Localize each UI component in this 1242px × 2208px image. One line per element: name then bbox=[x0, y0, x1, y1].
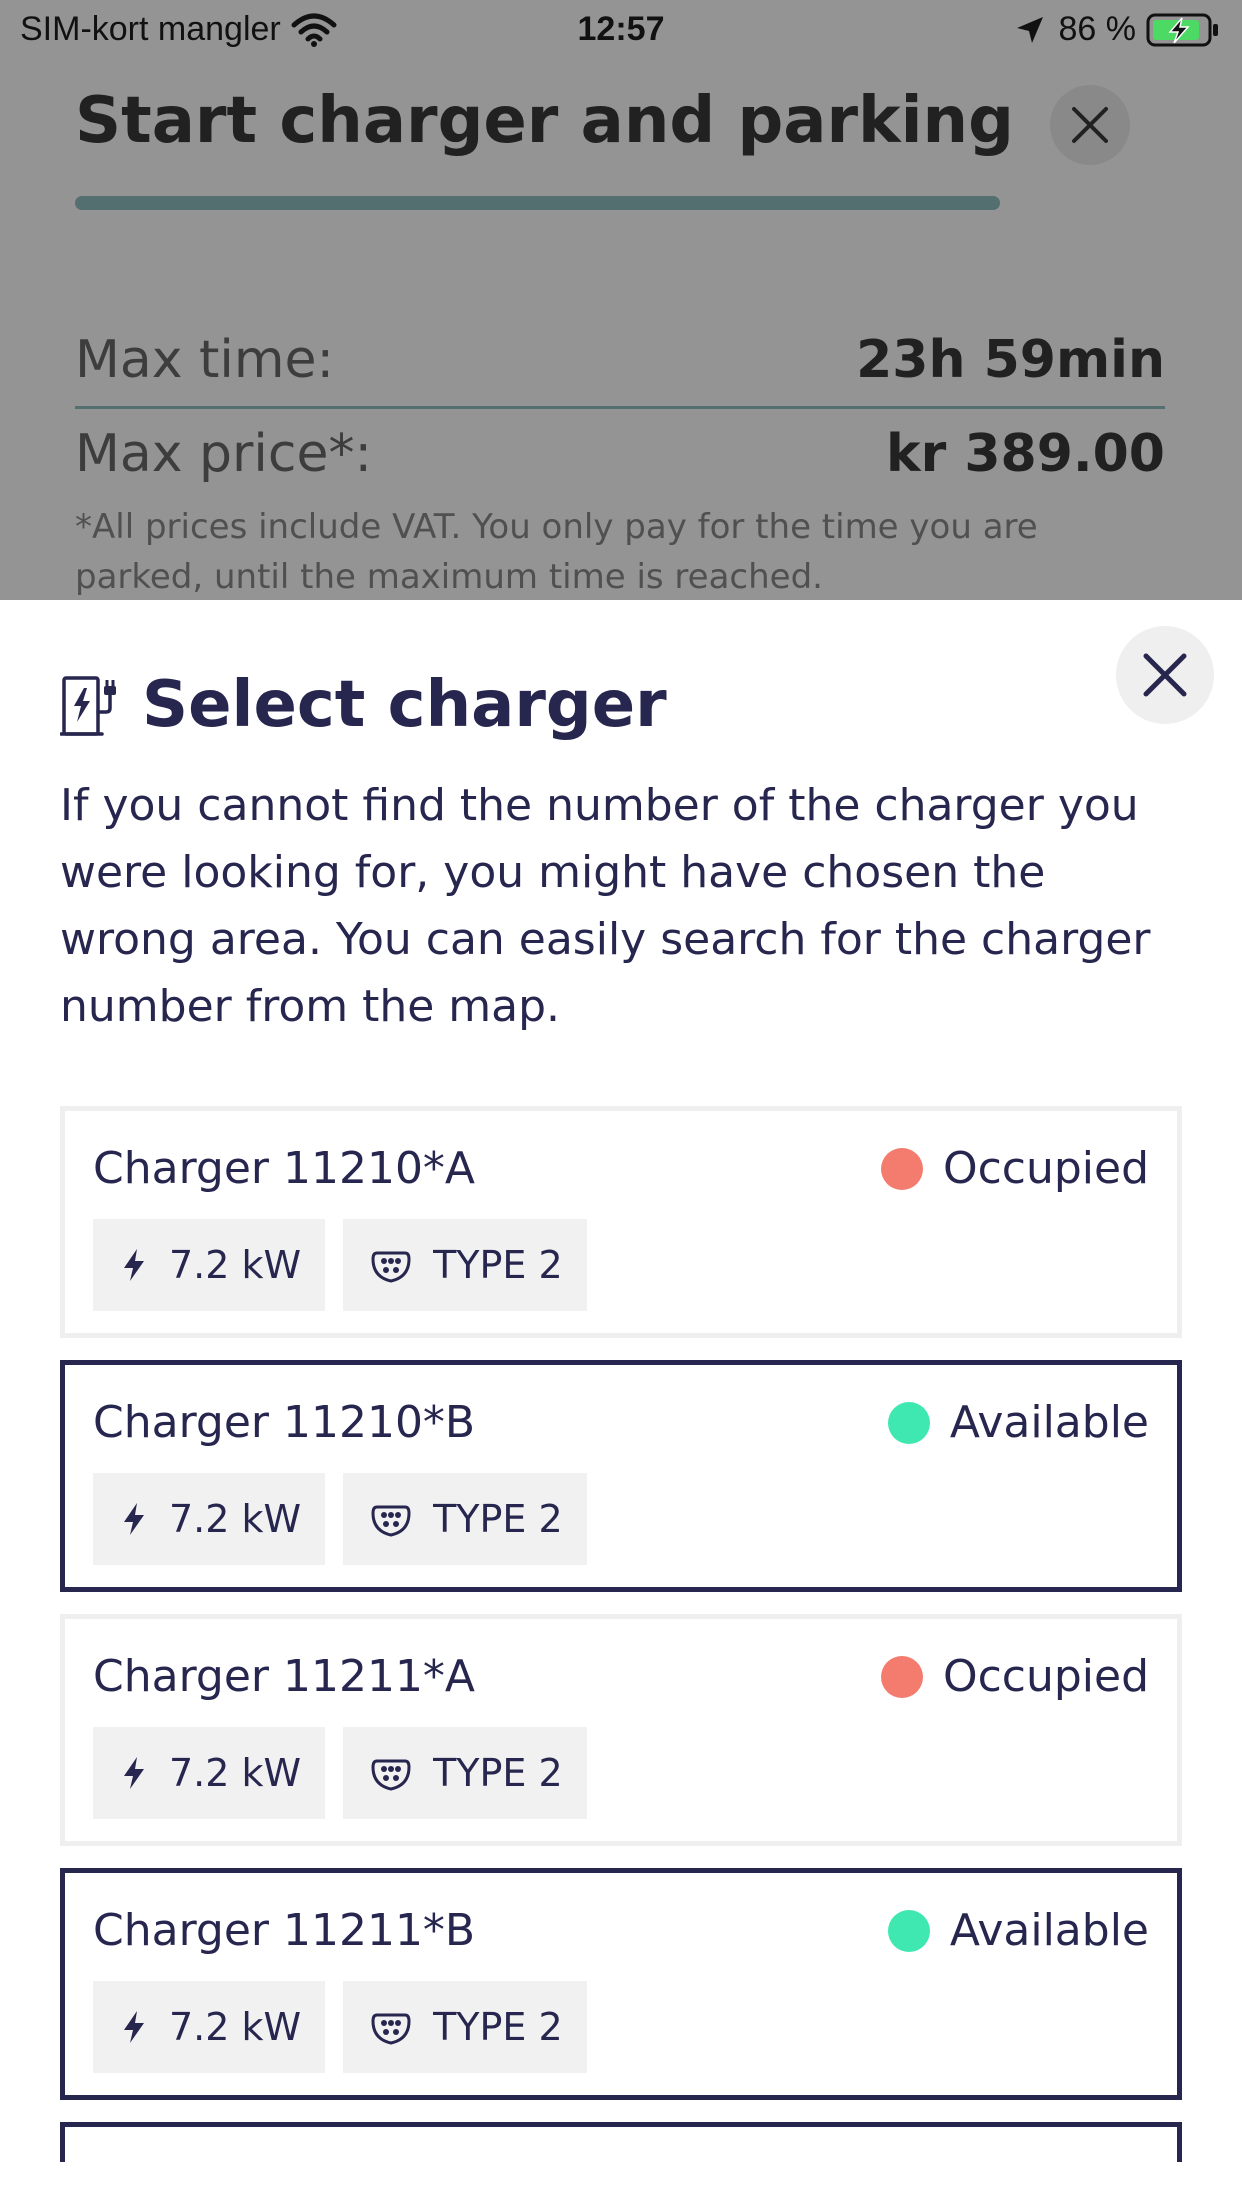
sheet-header: Select charger bbox=[60, 668, 667, 742]
status-label: Available bbox=[949, 1397, 1149, 1448]
status-label: Occupied bbox=[942, 1651, 1149, 1702]
connector-label: TYPE 2 bbox=[433, 1243, 563, 1287]
bolt-icon bbox=[124, 1757, 144, 1789]
power-label: 7.2 kW bbox=[169, 1751, 302, 1795]
charger-tags: 7.2 kW TYPE 2 bbox=[93, 1473, 605, 1565]
connector-label: TYPE 2 bbox=[433, 1497, 563, 1541]
connector-label: TYPE 2 bbox=[433, 2005, 563, 2049]
charger-card[interactable]: Charger 11210*A Occupied 7.2 kW TYPE 2 bbox=[60, 1106, 1182, 1338]
charger-name: Charger 11211*A bbox=[93, 1651, 476, 1702]
power-label: 7.2 kW bbox=[169, 2005, 302, 2049]
charger-tags: 7.2 kW TYPE 2 bbox=[93, 1727, 605, 1819]
sheet-title: Select charger bbox=[142, 668, 667, 742]
charger-list: Charger 11210*A Occupied 7.2 kW TYPE 2 C… bbox=[60, 1106, 1182, 2162]
charger-status: Available bbox=[887, 1905, 1149, 1956]
connector-tag: TYPE 2 bbox=[343, 1727, 587, 1819]
select-charger-sheet: Select charger If you cannot find the nu… bbox=[0, 600, 1242, 2208]
power-label: 7.2 kW bbox=[169, 1497, 302, 1541]
connector-tag: TYPE 2 bbox=[343, 1219, 587, 1311]
type2-plug-icon bbox=[371, 1759, 411, 1791]
connector-tag: TYPE 2 bbox=[343, 1981, 587, 2073]
charger-card-partial[interactable] bbox=[60, 2122, 1182, 2162]
bolt-icon bbox=[124, 2011, 144, 2043]
status-label: Occupied bbox=[942, 1143, 1149, 1194]
status-dot-occupied bbox=[880, 1655, 923, 1698]
battery-percentage: 86 % bbox=[1058, 10, 1137, 48]
power-tag: 7.2 kW bbox=[93, 1219, 326, 1311]
location-arrow-icon bbox=[1016, 16, 1043, 43]
type2-plug-icon bbox=[371, 1505, 411, 1537]
charger-card[interactable]: Charger 11211*A Occupied 7.2 kW TYPE 2 bbox=[60, 1614, 1182, 1846]
charger-name: Charger 11211*B bbox=[93, 1905, 476, 1956]
connector-label: TYPE 2 bbox=[433, 1751, 563, 1795]
charger-status: Occupied bbox=[880, 1651, 1149, 1702]
charger-name: Charger 11210*A bbox=[93, 1143, 476, 1194]
charger-tags: 7.2 kW TYPE 2 bbox=[93, 1981, 605, 2073]
status-label: Available bbox=[949, 1905, 1149, 1956]
power-tag: 7.2 kW bbox=[93, 1981, 326, 2073]
power-tag: 7.2 kW bbox=[93, 1727, 326, 1819]
type2-plug-icon bbox=[371, 1251, 411, 1283]
status-bar: SIM-kort mangler 12:57 86 % bbox=[0, 0, 1242, 62]
sheet-description: If you cannot find the number of the cha… bbox=[60, 780, 1151, 1032]
type2-plug-icon bbox=[371, 2013, 411, 2045]
charger-card[interactable]: Charger 11210*B Available 7.2 kW TYPE 2 bbox=[60, 1360, 1182, 1592]
charger-status: Available bbox=[887, 1397, 1149, 1448]
status-dot-available bbox=[887, 1909, 930, 1952]
power-label: 7.2 kW bbox=[169, 1243, 302, 1287]
power-tag: 7.2 kW bbox=[93, 1473, 326, 1565]
charger-tags: 7.2 kW TYPE 2 bbox=[93, 1219, 605, 1311]
bolt-icon bbox=[124, 1503, 144, 1535]
bolt-icon bbox=[124, 1249, 144, 1281]
charger-status: Occupied bbox=[880, 1143, 1149, 1194]
status-dot-available bbox=[887, 1401, 930, 1444]
charger-name: Charger 11210*B bbox=[93, 1397, 476, 1448]
close-icon bbox=[1143, 653, 1187, 697]
charger-card[interactable]: Charger 11211*B Available 7.2 kW TYPE 2 bbox=[60, 1868, 1182, 2100]
status-bar-right: 86 % bbox=[1015, 10, 1221, 49]
battery-charging-icon bbox=[1146, 13, 1218, 46]
modal-backdrop[interactable] bbox=[0, 0, 1242, 600]
connector-tag: TYPE 2 bbox=[343, 1473, 587, 1565]
status-dot-occupied bbox=[880, 1147, 923, 1190]
close-button[interactable] bbox=[1116, 626, 1214, 724]
charger-station-icon bbox=[60, 676, 116, 736]
